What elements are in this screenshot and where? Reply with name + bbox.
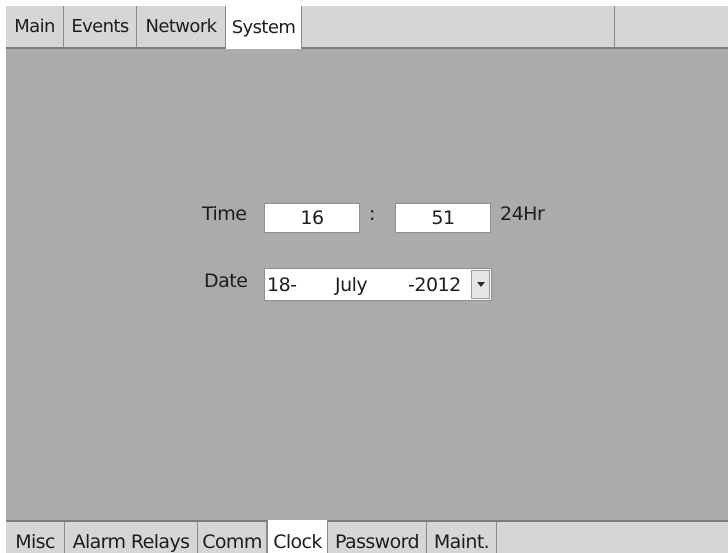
tab-network[interactable]: Network xyxy=(137,6,226,47)
time-label: Time xyxy=(202,203,247,225)
bottom-tab-bar: Misc Alarm Relays Comm Clock Password Ma… xyxy=(6,520,728,553)
window-frame: Main Events Network System Time 16 : 51 … xyxy=(6,6,728,553)
tab-comm[interactable]: Comm xyxy=(198,522,267,553)
date-label: Date xyxy=(204,270,248,292)
date-dropdown-button[interactable] xyxy=(471,270,490,299)
tab-system[interactable]: System xyxy=(226,6,302,49)
date-day: 18- xyxy=(267,273,297,296)
time-separator: : xyxy=(369,203,375,225)
date-select[interactable]: 18- July -2012 xyxy=(264,268,492,301)
tab-bar-filler xyxy=(302,6,615,47)
tab-events[interactable]: Events xyxy=(64,6,137,47)
date-month: July xyxy=(335,273,368,296)
tab-maint[interactable]: Maint. xyxy=(427,522,497,553)
tab-bar-end xyxy=(615,6,728,47)
tab-alarm-relays[interactable]: Alarm Relays xyxy=(65,522,198,553)
tab-clock[interactable]: Clock xyxy=(267,520,328,553)
time-format-label: 24Hr xyxy=(500,203,545,225)
top-tab-bar: Main Events Network System xyxy=(6,6,728,49)
bottom-tab-filler xyxy=(497,522,728,553)
minute-input[interactable]: 51 xyxy=(395,203,491,233)
tab-main[interactable]: Main xyxy=(6,6,64,47)
tab-password[interactable]: Password xyxy=(328,522,427,553)
date-year: -2012 xyxy=(408,273,461,296)
hour-input[interactable]: 16 xyxy=(264,203,360,233)
tab-misc[interactable]: Misc xyxy=(6,522,65,553)
chevron-down-icon xyxy=(476,282,485,287)
